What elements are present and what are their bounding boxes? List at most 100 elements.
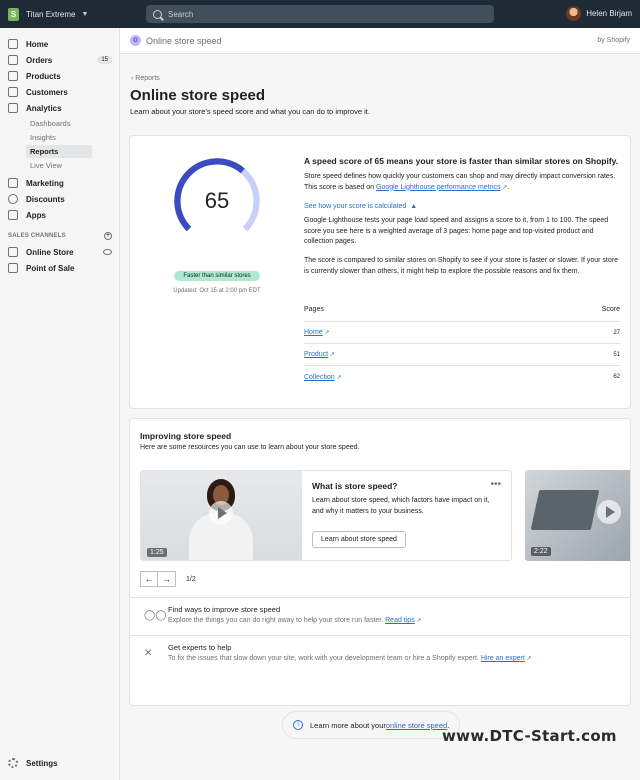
- sidebar-item-marketing[interactable]: Marketing: [8, 176, 112, 190]
- improving-subtitle: Here are some resources you can use to l…: [140, 444, 360, 451]
- play-icon[interactable]: [209, 501, 233, 525]
- video-thumbnail[interactable]: 1:25: [141, 471, 302, 560]
- sidebar-item-discounts[interactable]: Discounts: [8, 192, 112, 206]
- learn-more-note: i Learn more about your online store spe…: [282, 711, 461, 739]
- improving-title: Improving store speed: [140, 431, 232, 441]
- carousel-pager: ← → 1/2: [140, 571, 196, 587]
- app-title: Online store speed: [146, 35, 222, 46]
- sidebar-item-label: Apps: [26, 210, 46, 220]
- sidebar-item-label: Home: [26, 39, 49, 49]
- pages-score-table: Pages Score Home ↗ 27 Product ↗ 51 Colle…: [304, 306, 620, 388]
- main-content: O Online store speed by Shopify ‹ Report…: [120, 28, 640, 780]
- search-input[interactable]: Search: [146, 5, 494, 23]
- tag-icon: [8, 71, 18, 81]
- search-icon: [153, 9, 162, 19]
- sidebar-subitem-reports[interactable]: Reports: [26, 145, 92, 158]
- chevron-up-icon: ▲: [408, 203, 418, 210]
- breadcrumb-back[interactable]: ‹ Reports: [131, 75, 160, 82]
- online-store-speed-link[interactable]: online store speed: [386, 721, 447, 730]
- sidebar-item-label: Customers: [26, 87, 68, 97]
- slide-title: What is store speed?: [312, 481, 398, 491]
- app-byline: by Shopify: [597, 37, 630, 44]
- chart-icon: [8, 103, 18, 113]
- sidebar-item-label: Products: [26, 71, 61, 81]
- apps-icon: [8, 210, 18, 220]
- chevron-down-icon: ▼: [81, 10, 89, 18]
- store-switcher[interactable]: S Titan Extreme ▼: [0, 7, 146, 21]
- resource-row: ◯◯ Find ways to improve store speed Expl…: [130, 597, 630, 635]
- eye-icon[interactable]: [103, 249, 112, 255]
- lighthouse-metrics-link[interactable]: Google Lighthouse performance metrics: [376, 184, 501, 191]
- page-link-collection[interactable]: Collection: [304, 374, 335, 381]
- comparison-description: The score is compared to similar stores …: [304, 257, 618, 275]
- updated-timestamp: Updated: Oct 15 at 2:00 pm EDT: [173, 288, 261, 294]
- external-link-icon: ↗: [500, 184, 508, 191]
- megaphone-icon: [8, 178, 18, 188]
- see-how-calculated-toggle[interactable]: See how your score is calculated ▲: [304, 202, 620, 213]
- hire-expert-link[interactable]: Hire an expert: [481, 655, 525, 662]
- resource-description-text: To fix the issues that slow down your si…: [168, 655, 481, 662]
- external-link-icon: ↗: [328, 352, 335, 358]
- sidebar-item-customers[interactable]: Customers: [8, 85, 112, 99]
- sidebar-item-analytics[interactable]: Analytics: [8, 101, 112, 115]
- sidebar: Home Orders 15 Products Customers Analyt…: [0, 28, 120, 780]
- glasses-icon: ◯◯: [144, 610, 167, 621]
- sidebar-item-apps[interactable]: Apps: [8, 208, 112, 222]
- pos-icon: [8, 263, 18, 273]
- more-actions-icon[interactable]: •••: [490, 479, 501, 490]
- learn-about-speed-button[interactable]: Learn about store speed: [312, 531, 406, 548]
- external-link-icon: ↗: [334, 374, 342, 381]
- page-score: 62: [613, 374, 620, 380]
- sidebar-item-orders[interactable]: Orders 15: [8, 53, 112, 67]
- add-channel-icon[interactable]: +: [104, 232, 112, 240]
- slide-description: Learn about store speed, which factors h…: [312, 497, 490, 515]
- page-title: Online store speed: [130, 87, 266, 104]
- top-bar: S Titan Extreme ▼ Search Helen Birjam: [0, 0, 640, 28]
- page-score: 51: [613, 351, 620, 358]
- page-link-home[interactable]: Home: [304, 329, 323, 336]
- external-link-icon: ↗: [524, 656, 532, 662]
- page-score: 27: [613, 329, 620, 336]
- watermark: www.DTC-Start.com: [442, 727, 617, 745]
- sidebar-item-label: Point of Sale: [26, 263, 75, 273]
- speed-score-card: 65 Faster than similar stores Updated: O…: [130, 136, 630, 408]
- sales-channels-title: SALES CHANNELS: [8, 233, 66, 239]
- video-thumbnail-2[interactable]: 2:22: [525, 470, 630, 561]
- sidebar-subitem-live-view[interactable]: Live View: [26, 159, 92, 172]
- resource-row: ✕ Get experts to help To fix the issues …: [130, 635, 630, 673]
- sidebar-subitem-dashboards[interactable]: Dashboards: [26, 117, 92, 130]
- sidebar-subitem-insights[interactable]: Insights: [26, 131, 92, 144]
- sales-channels-heading: SALES CHANNELS +: [8, 232, 112, 240]
- app-bar: O Online store speed by Shopify: [120, 28, 640, 54]
- read-tips-link[interactable]: Read tips: [385, 617, 415, 624]
- sidebar-item-online-store[interactable]: Online Store: [8, 245, 112, 259]
- settings-label: Settings: [26, 758, 58, 768]
- external-link-icon: ↗: [322, 330, 330, 336]
- next-slide-button[interactable]: →: [158, 571, 176, 587]
- sidebar-item-point-of-sale[interactable]: Point of Sale: [8, 261, 112, 275]
- sidebar-item-products[interactable]: Products: [8, 69, 112, 83]
- orders-count-badge: 15: [97, 56, 112, 64]
- play-icon[interactable]: [597, 500, 621, 524]
- sidebar-item-settings[interactable]: Settings: [8, 758, 58, 768]
- resource-description: Explore the things you can do right away…: [168, 617, 421, 624]
- sidebar-item-label: Orders: [26, 55, 53, 65]
- resource-title: Find ways to improve store speed: [168, 605, 281, 614]
- breadcrumb-label: Reports: [135, 75, 160, 82]
- page-link-product[interactable]: Product: [304, 351, 328, 358]
- previous-slide-button[interactable]: ←: [140, 571, 158, 587]
- table-header: Pages Score: [304, 306, 620, 322]
- sidebar-item-home[interactable]: Home: [8, 37, 112, 51]
- video-duration: 1:25: [147, 548, 167, 557]
- score-heading: A speed score of 65 means your store is …: [304, 156, 619, 166]
- app-icon: O: [130, 35, 141, 46]
- user-menu[interactable]: Helen Birjam: [566, 6, 632, 21]
- sidebar-item-label: Discounts: [26, 194, 65, 204]
- speed-score-value: 65: [204, 188, 230, 213]
- gear-icon: [8, 758, 18, 768]
- score-explanation: Store speed defines how quickly your cus…: [304, 173, 616, 191]
- discount-icon: [8, 194, 18, 204]
- user-name: Helen Birjam: [586, 9, 632, 18]
- tools-icon: ✕: [144, 648, 153, 659]
- table-row: Collection ↗ 62: [304, 366, 620, 388]
